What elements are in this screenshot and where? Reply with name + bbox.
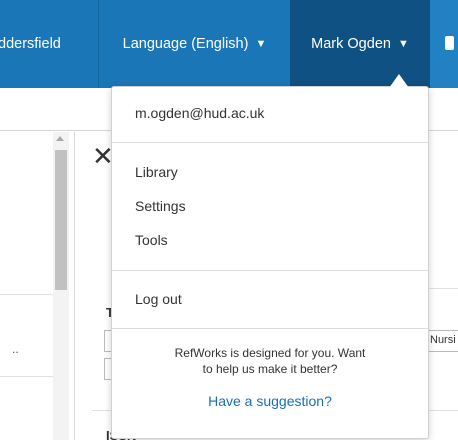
scroll-up-arrow-icon[interactable] xyxy=(56,136,64,141)
list-divider xyxy=(0,376,60,377)
promo-line-2: to help us make it better? xyxy=(202,362,338,376)
scrollbar-thumb[interactable] xyxy=(55,150,67,290)
user-menu-button[interactable]: Mark Ogden ▼ xyxy=(290,0,430,88)
dropdown-pointer xyxy=(389,74,409,88)
caret-down-icon: ▼ xyxy=(255,38,267,50)
caret-down-icon: ▼ xyxy=(397,38,409,50)
suggestion-link[interactable]: Have a suggestion? xyxy=(112,393,428,409)
menu-item-log-out[interactable]: Log out xyxy=(135,291,182,307)
promo-line-1: RefWorks is designed for you. Want xyxy=(174,346,366,360)
user-name-label: Mark Ogden xyxy=(311,36,391,52)
menu-item-tools[interactable]: Tools xyxy=(135,232,168,248)
journal-field[interactable]: Nursi xyxy=(426,330,458,352)
language-menu-button[interactable]: Language (English) ▼ xyxy=(98,0,290,88)
menu-divider xyxy=(112,328,428,329)
user-email: m.ogden@hud.ac.uk xyxy=(135,105,265,121)
truncated-text: .. xyxy=(12,342,19,356)
list-divider xyxy=(0,294,60,295)
user-dropdown-menu: m.ogden@hud.ac.uk Library Settings Tools… xyxy=(111,86,429,439)
language-label: Language (English) xyxy=(122,36,249,52)
menu-item-library[interactable]: Library xyxy=(135,164,178,180)
menu-divider xyxy=(112,270,428,271)
partial-icon xyxy=(445,36,454,50)
scrollbar[interactable] xyxy=(53,132,69,440)
extra-nav-button[interactable] xyxy=(430,0,458,88)
menu-item-settings[interactable]: Settings xyxy=(135,198,186,214)
field-divider xyxy=(428,288,458,289)
institution-label: ddersfield xyxy=(0,36,61,52)
institution-link[interactable]: ddersfield xyxy=(0,0,98,88)
feedback-promo-text: RefWorks is designed for you. Want to he… xyxy=(112,345,428,377)
menu-divider xyxy=(112,142,428,143)
